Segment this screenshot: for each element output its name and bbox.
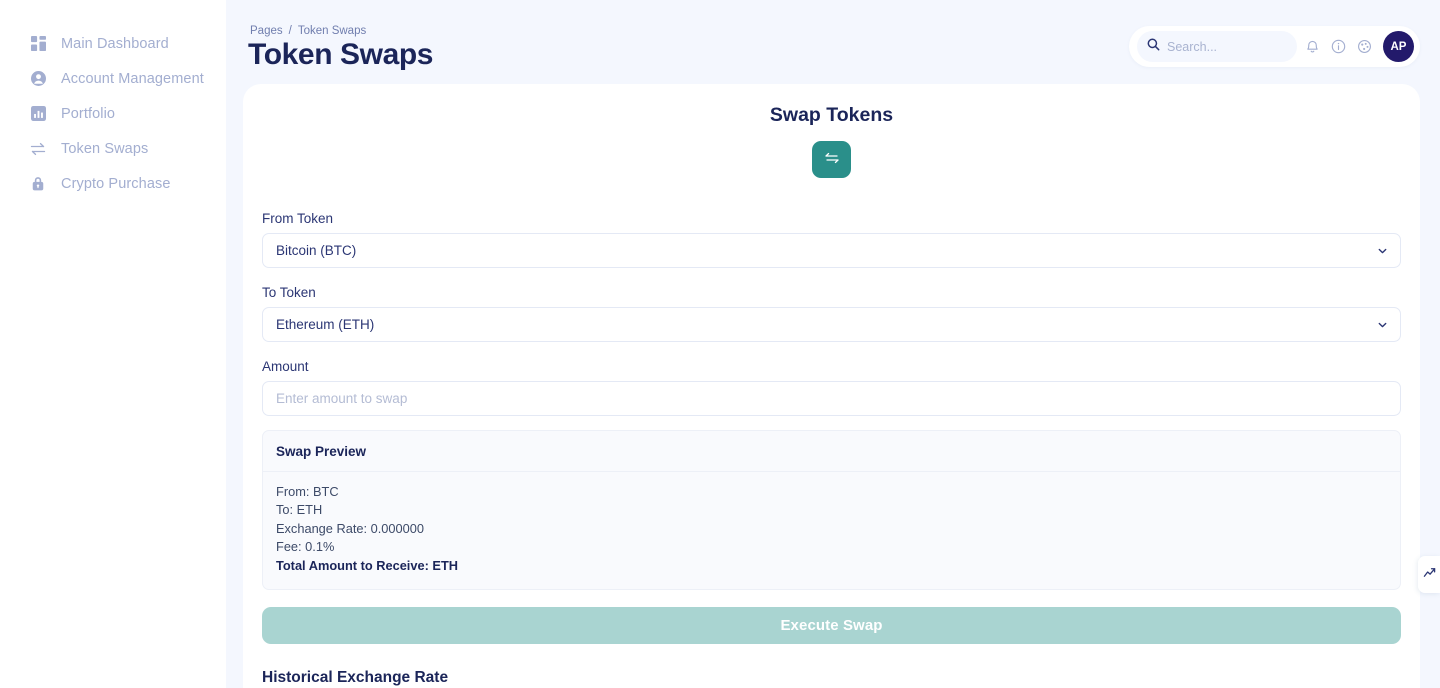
chart-toggle-tab[interactable] [1418, 556, 1440, 593]
from-token-label: From Token [262, 211, 334, 226]
from-token-select[interactable]: Bitcoin (BTC) [262, 233, 1401, 268]
preview-fee: Fee: 0.1% [276, 538, 335, 554]
swap-heading: Swap Tokens [769, 104, 894, 126]
sidebar-item-account-management[interactable]: Account Management [0, 61, 226, 96]
breadcrumb-current: Token Swaps [297, 25, 367, 37]
preview-to: To: ETH [276, 502, 323, 518]
dark-mode-icon[interactable] [1353, 36, 1375, 58]
app-root: Main Dashboard Account Management Portfo… [0, 0, 1440, 688]
to-token-label: To Token [262, 285, 316, 300]
sidebar-item-label: Account Management [61, 70, 204, 87]
breadcrumb: Pages / Token Swaps [250, 25, 366, 37]
info-icon[interactable] [1327, 36, 1349, 58]
grid-icon [30, 36, 46, 52]
sidebar: Main Dashboard Account Management Portfo… [0, 0, 226, 688]
page-title: Token Swaps [248, 38, 434, 71]
to-token-field: Ethereum (ETH) [262, 307, 1401, 342]
search-input[interactable] [1167, 39, 1277, 54]
sidebar-item-crypto-purchase[interactable]: Crypto Purchase [0, 166, 226, 201]
sidebar-item-label: Portfolio [61, 105, 116, 122]
sidebar-item-portfolio[interactable]: Portfolio [0, 96, 226, 131]
breadcrumb-root[interactable]: Pages [250, 25, 283, 37]
to-token-select[interactable]: Ethereum (ETH) [262, 307, 1401, 342]
bar-chart-icon [30, 106, 46, 122]
sidebar-item-main-dashboard[interactable]: Main Dashboard [0, 26, 226, 61]
chart-section-title: Historical Exchange Rate [262, 669, 449, 687]
person-icon [30, 71, 46, 87]
lock-icon [30, 176, 46, 192]
swap-preview-title: Swap Preview [263, 431, 1400, 472]
swap-arrows-icon [824, 150, 840, 169]
swap-form: From Token Bitcoin (BTC) To Token Ethere… [243, 211, 1420, 591]
swap-card: Swap Tokens From Token Bitcoin (BTC) To … [243, 84, 1420, 688]
sidebar-item-token-swaps[interactable]: Token Swaps [0, 131, 226, 166]
sidebar-item-label: Crypto Purchase [61, 175, 171, 192]
search-icon [1147, 38, 1160, 56]
preview-from: From: BTC [276, 484, 339, 499]
search-box[interactable] [1137, 31, 1297, 62]
sidebar-item-label: Token Swaps [61, 140, 149, 157]
amount-input[interactable] [262, 381, 1401, 416]
header-toolbar: AP [1129, 26, 1420, 67]
swap-direction-button[interactable] [812, 141, 851, 178]
from-token-field: Bitcoin (BTC) [262, 233, 1401, 268]
swap-arrows-icon [30, 141, 46, 157]
page-header: Pages / Token Swaps Token Swaps Search..… [226, 0, 1440, 84]
preview-total: Total Amount to Receive: ETH [276, 558, 459, 574]
swap-direction-wrapper [243, 141, 1420, 178]
preview-exchange-rate: Exchange Rate: 0.000000 [276, 520, 424, 536]
amount-label: Amount [262, 359, 309, 374]
avatar[interactable]: AP [1383, 31, 1414, 62]
swap-preview-panel: Swap Preview From: BTC To: ETH Exchange … [262, 430, 1401, 591]
trending-up-icon [1423, 566, 1436, 584]
swap-preview-body: From: BTC To: ETH Exchange Rate: 0.00000… [263, 472, 1400, 589]
breadcrumb-separator: / [288, 25, 292, 37]
execute-swap-button[interactable]: Execute Swap [262, 607, 1401, 645]
sidebar-item-label: Main Dashboard [61, 35, 169, 52]
bell-icon[interactable] [1301, 36, 1323, 58]
